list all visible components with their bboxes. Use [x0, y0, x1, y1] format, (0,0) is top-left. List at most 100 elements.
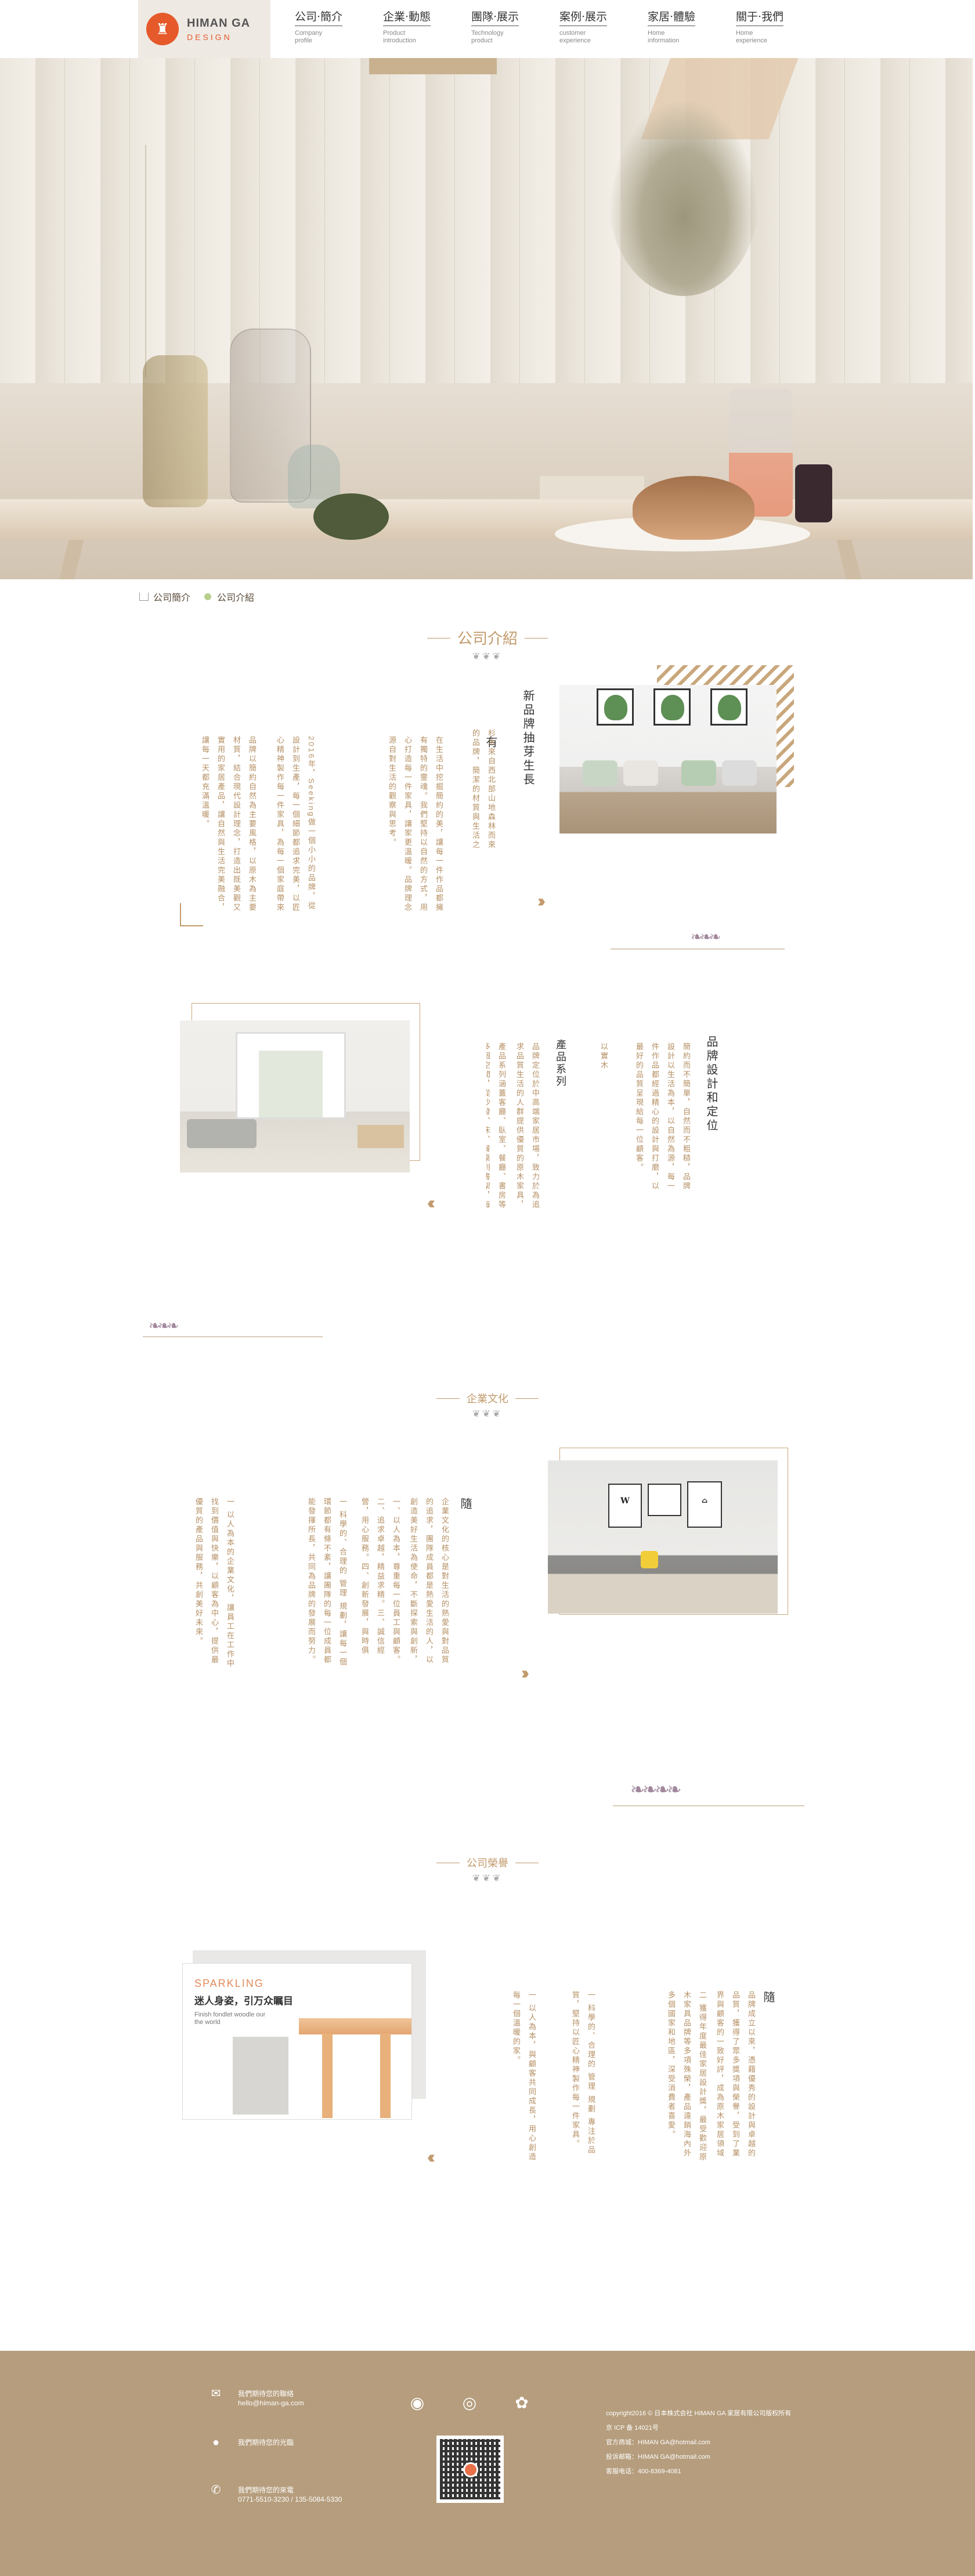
nav-sublabel: Home information — [648, 30, 680, 44]
logo-name: HIMAN GA — [187, 16, 251, 30]
ad-title: SPARKLING — [194, 1978, 264, 1989]
footer-email: ✉ 我們期待您的聯絡 hello@himan-ga.com — [209, 2387, 304, 2408]
text-column: 品牌以簡約自然為主要風格，以原木為主要材質，結合現代設計理念，打造出既美觀又實用… — [201, 736, 257, 912]
breadcrumb-home[interactable]: 公司簡介 — [153, 590, 190, 604]
ad-subtitle: Finish fondlet woodle our the world — [194, 2011, 266, 2026]
section-heading: 隨 — [458, 1498, 472, 1511]
nav-sublabel: Technology product — [471, 30, 504, 44]
jam-jar — [795, 464, 832, 522]
nav-sublabel: Product introduction — [383, 30, 416, 44]
nav-item-team[interactable]: 團隊·展示 Technology product — [471, 8, 559, 45]
phone-icon: ✆ — [211, 2484, 221, 2496]
sofa — [187, 1119, 257, 1148]
text-column: 2016年，Seeking做一個小小的品牌，從設計到生產，每一個細節都追求完美，… — [276, 736, 316, 912]
nav-label: 家居·體驗 — [648, 8, 696, 26]
person-icon: ● — [212, 2436, 220, 2449]
leaf-icon — [204, 593, 212, 600]
window — [236, 1032, 346, 1119]
chair-ad-photo: SPARKLING 迷人身姿，引万众瞩目 Finish fondlet wood… — [182, 1963, 412, 2120]
plant-frame — [597, 688, 634, 726]
avocado — [313, 493, 389, 540]
mail-icon: ✉ — [211, 2387, 221, 2400]
section-heading: 隨 — [761, 1991, 775, 2005]
email-value[interactable]: hello@himan-ga.com — [238, 2398, 304, 2408]
nav-item-company-profile[interactable]: 公司·簡介 Company profile — [295, 8, 383, 45]
text-column: 以實木為主要材料，保留木材天然的紋理與質感，讓每一件家具都獨一無二。 — [600, 1042, 608, 1070]
email-label: 我們期待您的聯絡 — [238, 2390, 294, 2398]
branch-line — [143, 1336, 323, 1337]
nav-label: 案例·展示 — [559, 8, 608, 26]
branch-line — [613, 1805, 804, 1806]
section-subheading: 產品系列 — [554, 1039, 566, 1088]
text-column: 品牌成立以來，憑藉優秀的設計與卓越的品質，獲得了眾多獎項與榮譽，受到了業界與顧客… — [716, 1991, 756, 2158]
branch-leaves-icon: ❧❧❧❧ — [630, 1780, 682, 1799]
phone-value[interactable]: 0771-5510-3230 / 135-5084-5330 — [238, 2495, 342, 2504]
plant-frame — [710, 688, 748, 726]
section-title-honors: 公司榮譽 ❦❦❦ — [0, 1855, 975, 1884]
bread — [633, 476, 754, 540]
sofa-room-photo — [559, 685, 777, 834]
page: ♜ HIMAN GA DESIGN 公司·簡介 Company profile … — [0, 0, 975, 2576]
complaint-email[interactable]: 投诉邮箱：HIMAN GA@hotmail.com — [606, 2450, 791, 2465]
text-column: 在生活中挖掘簡約的美，讓每一件作品都擁有獨特的靈魂。我們堅持以自然的方式，用心打… — [388, 736, 443, 912]
nav-sublabel: Home experience — [736, 30, 767, 44]
icp-number: 京 ICP 备 14021号 — [606, 2425, 659, 2431]
section-heading: 新品牌抽芽生長 — [521, 690, 535, 787]
text-column: 一 科學的、合理的 管理 規劃，讓每一個環節都有條不紊，讓團隊的每一位成員都能發… — [307, 1498, 347, 1667]
flower-icon[interactable]: ✿ — [511, 2391, 533, 2413]
cushion — [681, 760, 716, 786]
poster-home: ⌂ — [687, 1481, 722, 1528]
logo[interactable]: ♜ HIMAN GA DESIGN — [138, 0, 270, 58]
grey-sofa-photo: W ⌂ — [548, 1460, 778, 1614]
nav-item-news[interactable]: 企業·動態 Product introduction — [383, 8, 471, 45]
cushion — [722, 760, 757, 786]
next-arrow-icon[interactable]: ››› — [537, 892, 546, 911]
text-column: 一 科學的、合理的 管理 規劃 專注於品質，堅持以匠心精神製作每一件家具。 — [571, 1991, 595, 2155]
next-arrow-icon[interactable]: ››› — [521, 1664, 529, 1683]
prev-arrow-icon[interactable]: ‹‹‹ — [427, 2148, 435, 2167]
phone-label: 我們期待您的來電 — [238, 2486, 294, 2494]
text-column: 二 獲得年度最佳家居設計獎，最受歡迎原木家具品牌等多項殊榮，產品遠銷海內外多個國… — [667, 1991, 707, 2162]
nav-label: 公司·簡介 — [295, 8, 343, 26]
footer-address: ● 我們期待您的光臨 — [209, 2436, 294, 2451]
cushion — [623, 760, 658, 786]
logo-sub: DESIGN — [187, 32, 232, 42]
breadcrumb: 公司簡介 公司介紹 — [139, 590, 254, 604]
service-hotline: 客服电话：400-8369-4081 — [606, 2468, 681, 2475]
nav-item-home-experience[interactable]: 家居·體驗 Home information — [648, 8, 736, 45]
dried-flowers — [608, 99, 759, 296]
address-label: 我們期待您的光臨 — [238, 2438, 294, 2447]
qr-code — [436, 2436, 504, 2503]
official-store[interactable]: 官方商城：HIMAN GA@hotmail.com — [606, 2436, 791, 2450]
branch-line — [611, 948, 785, 950]
nav-sublabel: Company profile — [295, 30, 323, 44]
table-leg — [59, 540, 84, 579]
text-column: 企業文化的核心是對生活的熱愛與對品質的追求，團隊成員都是熱愛生活的人，以創造美好… — [409, 1498, 449, 1665]
nav-item-cases[interactable]: 案例·展示 customer experience — [559, 8, 648, 45]
table-leg — [836, 540, 862, 579]
plant-wall — [233, 2037, 288, 2115]
cushion — [583, 760, 618, 786]
yellow-cushion — [641, 1551, 658, 1568]
text-column: 品牌定位於中高端家居市場，致力於為追求品質生活的人群提供優質的原木家具，設計風格… — [515, 1042, 540, 1210]
top-nav: ♜ HIMAN GA DESIGN 公司·簡介 Company profile … — [0, 0, 975, 58]
section-title-label: 公司介紹 — [427, 627, 548, 648]
nav-item-about[interactable]: 關于·我們 Home experience — [736, 8, 824, 45]
prev-arrow-icon[interactable]: ‹‹‹ — [427, 1193, 435, 1213]
wood-table-top — [299, 2018, 411, 2034]
ad-tagline: 迷人身姿，引万众瞩目 — [194, 1996, 293, 2007]
breadcrumb-current[interactable]: 公司介紹 — [217, 590, 254, 604]
nav-sublabel: customer experience — [559, 30, 591, 44]
weibo-icon[interactable]: ◉ — [406, 2391, 428, 2413]
text-column: 一 以人為本的企業文化，讓員工在工作中找到價值與快樂，以顧客為中心，提供最優質的… — [194, 1498, 234, 1669]
section-title-intro: 公司介紹 ❦❦❦ — [0, 627, 975, 662]
poster-wild: W — [608, 1484, 642, 1528]
wechat-icon[interactable]: ◎ — [458, 2391, 481, 2413]
branch-leaves-icon: ❧❧❧ — [149, 1318, 179, 1334]
corner-decoration — [180, 903, 203, 926]
text-column: 一 以人為本，與顧客共同成長，用心創造每一個溫暖的家。 — [512, 1991, 536, 2162]
nav-label: 團隊·展示 — [471, 8, 519, 26]
text-column: 產品系列涵蓋客廳、臥室、餐廳、書房等多個空間，從沙發、床、餐桌到書架，每一件都是… — [486, 1042, 506, 1210]
text-column: 杉木來自西北部山地森林而來的品牌，簡潔的材質與生活之間的質感，追求自然，帶着對自… — [472, 729, 496, 850]
plant-frame — [653, 688, 691, 726]
